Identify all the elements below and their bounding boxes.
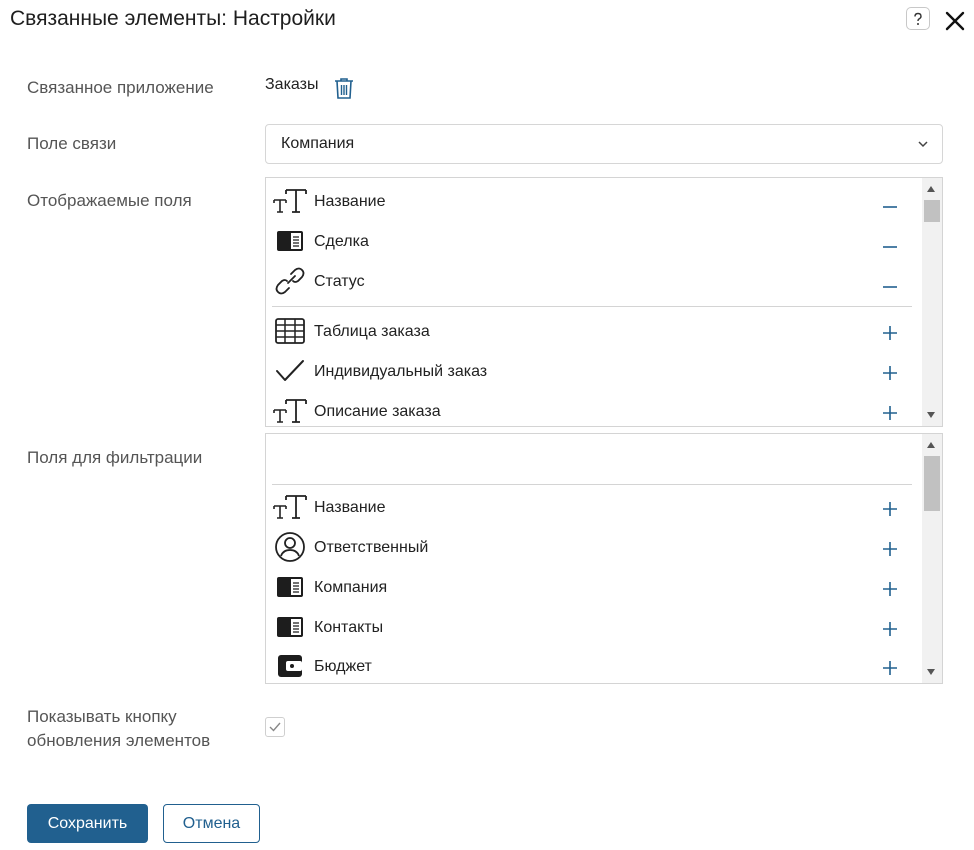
scroll-down-arrow[interactable] <box>927 412 935 418</box>
link-field-value: Компания <box>281 135 355 152</box>
field-name: Ответственный <box>314 539 429 556</box>
text-type-icon <box>273 490 307 524</box>
plus-icon <box>883 622 897 636</box>
field-name: Название <box>314 499 386 516</box>
checkmark-icon <box>269 722 281 732</box>
checkmark-icon <box>273 354 307 388</box>
plus-icon <box>883 502 897 516</box>
list-item: Название <box>266 487 923 527</box>
refresh-option-label: Показывать кнопку <box>27 707 177 726</box>
add-field-button[interactable] <box>880 363 900 383</box>
scroll-up-arrow[interactable] <box>927 442 935 448</box>
close-icon <box>945 11 965 31</box>
scrollbar[interactable] <box>922 178 942 426</box>
list-item: Компания <box>266 567 923 607</box>
filter-fields-label: Поля для фильтрации <box>27 448 203 467</box>
divider <box>272 306 912 307</box>
add-field-button[interactable] <box>880 579 900 599</box>
list-item: Таблица заказа <box>266 311 923 351</box>
link-field-label: Поле связи <box>27 134 117 153</box>
field-name: Компания <box>314 579 388 596</box>
field-name: Сделка <box>314 233 369 250</box>
minus-icon <box>883 206 897 208</box>
remove-field-button[interactable] <box>880 273 900 293</box>
list-item: Индивидуальный заказ <box>266 351 923 391</box>
add-field-button[interactable] <box>880 323 900 343</box>
help-icon <box>914 12 922 25</box>
display-fields-list[interactable]: Название Сделка Статус Таблица заказа Ин… <box>265 177 943 427</box>
list-item: Статус <box>266 261 923 301</box>
field-name: Описание заказа <box>314 403 441 420</box>
remove-field-button[interactable] <box>880 233 900 253</box>
remove-field-button[interactable] <box>880 193 900 213</box>
plus-icon <box>883 542 897 556</box>
add-field-button[interactable] <box>880 539 900 559</box>
link-icon <box>273 264 307 298</box>
close-button[interactable] <box>940 6 970 36</box>
minus-icon <box>883 286 897 288</box>
scroll-thumb[interactable] <box>924 456 940 511</box>
app-link-icon <box>273 610 307 644</box>
save-button[interactable]: Сохранить <box>27 804 148 843</box>
field-name: Индивидуальный заказ <box>314 363 488 380</box>
app-link-icon <box>273 224 307 258</box>
display-fields-label: Отображаемые поля <box>27 191 192 210</box>
filter-fields-list[interactable]: Название Ответственный Компания Контакты… <box>265 433 943 684</box>
help-button[interactable] <box>906 7 930 30</box>
scrollbar[interactable] <box>922 434 942 683</box>
list-item: Ответственный <box>266 527 923 567</box>
text-type-icon <box>273 184 307 218</box>
scroll-up-arrow[interactable] <box>927 186 935 192</box>
refresh-option-label-2: обновления элементов <box>27 731 211 750</box>
list-item: Контакты <box>266 607 923 647</box>
field-name: Название <box>314 193 386 210</box>
plus-icon <box>883 366 897 380</box>
field-name: Статус <box>314 273 365 290</box>
divider <box>272 484 912 485</box>
user-icon <box>273 530 307 564</box>
add-field-button[interactable] <box>880 403 900 423</box>
chevron-down-icon <box>918 141 928 148</box>
add-field-button[interactable] <box>880 499 900 519</box>
field-name: Контакты <box>314 619 384 636</box>
app-link-icon <box>273 570 307 604</box>
field-name: Бюджет <box>314 658 372 675</box>
link-field-select[interactable]: Компания <box>265 124 943 164</box>
wallet-icon <box>273 649 307 683</box>
minus-icon <box>883 246 897 248</box>
plus-icon <box>883 406 897 420</box>
refresh-checkbox[interactable] <box>265 717 285 737</box>
field-name: Таблица заказа <box>314 323 430 340</box>
plus-icon <box>883 661 897 675</box>
add-field-button[interactable] <box>880 619 900 639</box>
plus-icon <box>883 326 897 340</box>
list-item: Сделка <box>266 221 923 261</box>
cancel-button[interactable]: Отмена <box>163 804 260 843</box>
plus-icon <box>883 582 897 596</box>
list-item: Название <box>266 181 923 221</box>
list-item: Бюджет <box>266 646 923 683</box>
dialog-title: Связанные элементы: Настройки <box>10 7 336 30</box>
list-item: Описание заказа <box>266 391 923 426</box>
trash-icon[interactable] <box>332 76 356 100</box>
add-field-button[interactable] <box>880 658 900 678</box>
table-icon <box>273 314 307 348</box>
linked-app-label: Связанное приложение <box>27 78 214 97</box>
scroll-thumb[interactable] <box>924 200 940 222</box>
text-type-icon <box>273 394 307 426</box>
linked-app-value: Заказы <box>265 76 319 93</box>
scroll-down-arrow[interactable] <box>927 669 935 675</box>
